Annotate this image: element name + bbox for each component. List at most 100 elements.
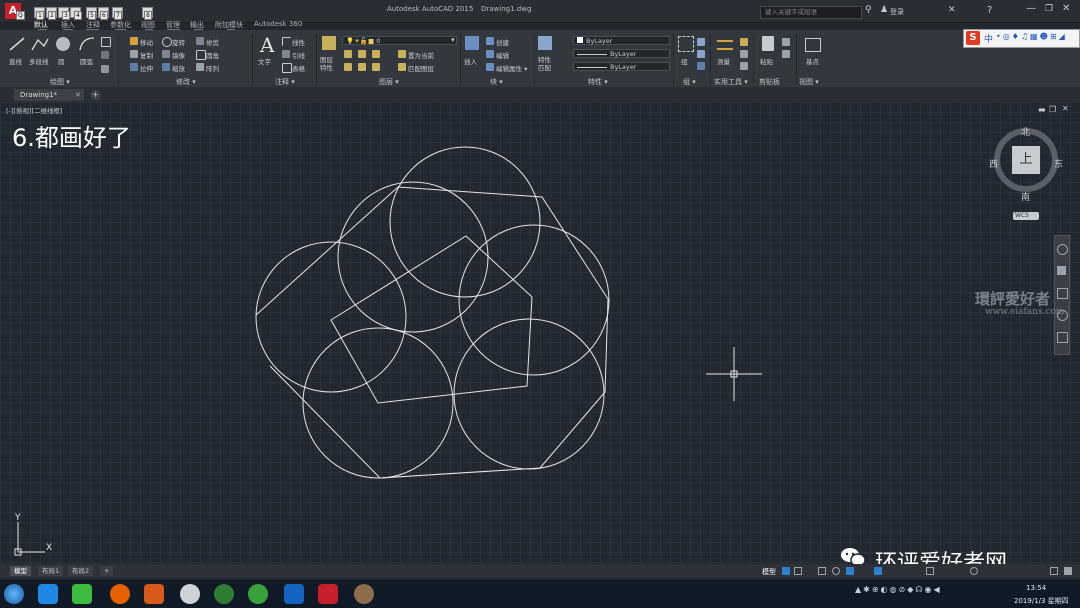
user-icon[interactable]: ♟ — [880, 5, 888, 15]
table-icon[interactable] — [282, 63, 292, 73]
rotate-button[interactable]: 旋转 — [172, 37, 185, 47]
pinned-app-icon[interactable] — [180, 584, 200, 604]
close-icon[interactable]: ✕ — [1062, 3, 1070, 14]
utility-tools-icon[interactable] — [740, 38, 748, 46]
match-layer-button[interactable]: 匹配图层 — [408, 63, 434, 73]
minimize-icon[interactable]: — — [1026, 3, 1036, 14]
group-tools-icon[interactable] — [697, 38, 705, 46]
measure-button[interactable]: 测量 — [717, 56, 730, 66]
trim-icon[interactable] — [196, 37, 204, 45]
autocad-app-icon[interactable] — [318, 584, 338, 604]
clipboard-tools-icon[interactable] — [782, 50, 790, 58]
copy-button[interactable]: 复制 — [140, 50, 153, 60]
zoom-icon[interactable] — [1057, 288, 1068, 299]
text-button[interactable]: 文字 — [258, 56, 271, 66]
tray-icons[interactable]: ▲✱⊕◐◍⊘◆☊◉◀ — [855, 585, 942, 594]
color-dropdown[interactable]: ByLayer — [573, 36, 670, 45]
clock-date[interactable]: 2019/1/3 星期四 — [1014, 596, 1069, 606]
draw-panel-label[interactable]: 绘图 ▾ — [50, 77, 70, 87]
linear-button[interactable]: 线性 — [292, 37, 305, 47]
workspace-gear-icon[interactable] — [970, 567, 978, 575]
layer-properties-icon[interactable] — [322, 36, 336, 50]
array-button[interactable]: 阵列 — [206, 63, 219, 73]
scale-icon[interactable] — [162, 63, 170, 71]
chevron-down-icon[interactable]: ▾ — [451, 36, 455, 44]
region-icon[interactable] — [101, 65, 109, 73]
ime-tool-icons[interactable]: •◎♦♫▦☻⊞◢ — [996, 32, 1067, 41]
properties-panel-label[interactable]: 特性 ▾ — [588, 77, 608, 87]
annotation-scale-icon[interactable] — [926, 567, 934, 575]
new-tab-button[interactable]: + — [90, 90, 101, 100]
pinned-app-icon[interactable] — [354, 584, 374, 604]
copy-icon[interactable] — [130, 50, 138, 58]
layer-dropdown[interactable]: 💡☀🔓■ 0 — [342, 36, 457, 45]
pinned-app-icon[interactable] — [38, 584, 58, 604]
layer-tools-icon[interactable] — [358, 50, 366, 58]
navigation-bar[interactable] — [1054, 235, 1070, 355]
mirror-icon[interactable] — [162, 50, 170, 58]
compass-south[interactable]: 南 — [1021, 190, 1030, 203]
firefox-icon[interactable] — [110, 584, 130, 604]
search-input[interactable]: 键入关键字或短语 — [760, 6, 862, 19]
move-icon[interactable] — [130, 37, 138, 45]
compass-north[interactable]: 北 — [1021, 125, 1030, 138]
arc-button[interactable]: 圆弧 — [80, 56, 93, 66]
steeringwheel-icon[interactable] — [1057, 244, 1068, 255]
polyline-icon[interactable] — [30, 36, 50, 52]
clock-time[interactable]: 13:54 — [1026, 584, 1046, 592]
lineweight-toggle-icon[interactable] — [874, 567, 882, 575]
tab-layout2[interactable]: 布局2 — [68, 566, 94, 576]
search-icon[interactable]: ⚲ — [865, 5, 872, 15]
match-properties-icon[interactable] — [538, 36, 552, 50]
snap-toggle-icon[interactable] — [794, 567, 802, 575]
tab-model[interactable]: 模型 — [10, 566, 31, 576]
group-button[interactable]: 组 — [681, 56, 688, 66]
base-view-icon[interactable] — [805, 38, 821, 52]
circle-button[interactable]: 圆 — [58, 56, 65, 66]
osnap-toggle-icon[interactable] — [846, 567, 854, 575]
restore-icon[interactable]: ❐ — [1045, 4, 1053, 14]
fullscreen-icon[interactable] — [1050, 567, 1058, 575]
leader-button[interactable]: 引线 — [292, 50, 305, 60]
make-current-button[interactable]: 置为当前 — [408, 50, 434, 60]
fillet-icon[interactable] — [196, 50, 206, 60]
measure-icon[interactable] — [717, 40, 733, 50]
group-icon[interactable] — [678, 36, 694, 52]
paste-button[interactable]: 粘贴 — [760, 56, 773, 66]
polyline-button[interactable]: 多段线 — [29, 56, 49, 66]
lineweight-dropdown[interactable]: ByLayer — [573, 62, 670, 71]
line-icon[interactable] — [8, 36, 26, 52]
tab-drawing1[interactable]: Drawing1* ✕ — [14, 89, 84, 101]
layer-tools-icon[interactable] — [372, 50, 380, 58]
layer-tools-icon[interactable] — [344, 63, 352, 71]
sogou-icon[interactable]: S — [966, 31, 980, 45]
layers-panel-label[interactable]: 图层 ▾ — [379, 77, 399, 87]
utility-tools-icon[interactable] — [740, 50, 748, 58]
trim-button[interactable]: 修剪 — [206, 37, 219, 47]
help-button[interactable]: ? — [987, 5, 992, 16]
view-panel-label[interactable]: 视图 ▾ — [799, 77, 819, 87]
match-properties-button[interactable]: 特性匹配 — [538, 56, 554, 72]
linear-icon[interactable] — [282, 37, 291, 46]
customize-icon[interactable] — [1064, 567, 1072, 575]
tab-layout1[interactable]: 布局1 — [38, 566, 64, 576]
wcs-menu[interactable]: WCS — [1013, 212, 1039, 220]
edit-attribute-icon[interactable] — [486, 63, 494, 71]
group-tools-icon[interactable] — [697, 50, 705, 58]
annotate-panel-label[interactable]: 注释 ▾ — [275, 77, 295, 87]
edit-block-icon[interactable] — [486, 50, 494, 58]
match-layer-icon[interactable] — [398, 63, 406, 71]
create-block-button[interactable]: 创建 — [496, 37, 509, 47]
groups-panel-label[interactable]: 组 ▾ — [683, 77, 696, 87]
create-block-icon[interactable] — [486, 37, 494, 45]
wechat-app-icon[interactable] — [72, 584, 92, 604]
start-button-icon[interactable] — [4, 584, 24, 604]
ime-mode[interactable]: 中 — [984, 32, 993, 45]
base-view-button[interactable]: 基点 — [806, 56, 819, 66]
rectangle-icon[interactable] — [101, 37, 111, 47]
utilities-panel-label[interactable]: 实用工具 ▾ — [714, 77, 748, 87]
pinned-app-icon[interactable] — [144, 584, 164, 604]
compass-west[interactable]: 西 — [989, 157, 998, 170]
edit-block-button[interactable]: 编辑 — [496, 50, 509, 60]
rotate-icon[interactable] — [162, 37, 172, 47]
